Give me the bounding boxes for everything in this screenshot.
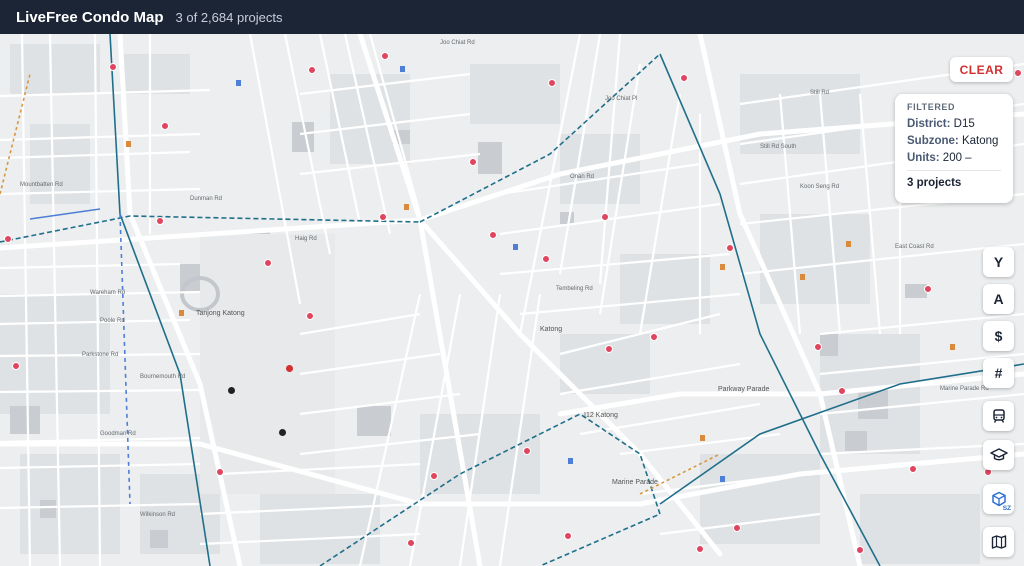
- filter-summary-panel: FILTERED District: D15 Subzone: Katong U…: [895, 94, 1013, 203]
- street-label: Bournemouth Rd: [140, 374, 186, 380]
- units-filter: Units: 200 –: [907, 152, 1001, 164]
- schools-layer-button[interactable]: [983, 440, 1014, 470]
- units-label: Units:: [907, 152, 940, 164]
- street-label: Marine Parade Rd: [940, 386, 989, 392]
- place-label: Marine Parade: [612, 479, 658, 486]
- street-label: Still Rd: [810, 90, 830, 96]
- street-label: Joo Chiat Rd: [440, 40, 475, 46]
- divider: [907, 170, 1001, 171]
- project-pin[interactable]: [228, 387, 235, 394]
- street-label: Dunman Rd: [190, 196, 223, 202]
- street-label: Wilkinson Rd: [140, 512, 176, 518]
- map-base: [0, 34, 1024, 566]
- street-label: Goodman Rd: [100, 431, 136, 437]
- units-value: 200 –: [942, 152, 972, 164]
- graduation-cap-icon: [989, 448, 1008, 461]
- project-pin[interactable]: [279, 429, 286, 436]
- result-count: 3 projects: [907, 177, 962, 189]
- selected-project-pin[interactable]: [286, 365, 293, 372]
- street-label: Koon Seng Rd: [800, 184, 840, 190]
- subzone-value: Katong: [961, 135, 999, 147]
- map-icon: [991, 535, 1006, 549]
- map-canvas[interactable]: Joo Chiat Rd Still Rd East Coast Rd Mari…: [0, 34, 1024, 566]
- app-title: LiveFree Condo Map: [16, 8, 164, 26]
- filter-heading: FILTERED: [907, 102, 956, 112]
- street-label: Onan Rd: [570, 174, 595, 180]
- subzone-label: Subzone:: [907, 135, 959, 147]
- place-label: I12 Katong: [584, 412, 618, 419]
- place-label: Parkway Parade: [718, 386, 770, 393]
- clear-filters-button[interactable]: CLEAR: [950, 57, 1013, 82]
- district-label: District:: [907, 118, 951, 130]
- street-label: Mountbatten Rd: [20, 182, 63, 188]
- street-label: Tembeling Rd: [556, 286, 593, 292]
- project-count: 3 of 2,684 projects: [175, 9, 283, 25]
- street-label: Poole Rd: [100, 318, 125, 324]
- train-icon: [992, 409, 1005, 423]
- price-filter-button[interactable]: $: [983, 321, 1014, 351]
- year-filter-button[interactable]: Y: [983, 247, 1014, 277]
- street-label: Wareham Rd: [90, 290, 126, 296]
- district-value: D15: [953, 118, 975, 130]
- district-filter: District: D15: [907, 118, 1001, 130]
- street-label: Haig Rd: [295, 236, 317, 242]
- units-filter-button[interactable]: #: [983, 358, 1014, 388]
- subzone-badge: SZ: [1002, 505, 1011, 512]
- top-bar: LiveFree Condo Map 3 of 2,684 projects: [0, 0, 1024, 34]
- place-label: Tanjong Katong: [196, 310, 245, 317]
- area-filter-button[interactable]: A: [983, 284, 1014, 314]
- street-label: East Coast Rd: [895, 244, 934, 250]
- place-label: Katong: [540, 326, 563, 333]
- street-label: Joo Chiat Pl: [605, 96, 638, 102]
- street-label: Parkstone Rd: [82, 352, 119, 358]
- street-label: Still Rd South: [760, 144, 797, 150]
- transit-layer-button[interactable]: [983, 401, 1014, 431]
- subzone-filter: Subzone: Katong: [907, 135, 1001, 147]
- base-map-button[interactable]: [983, 527, 1014, 557]
- subzone-layer-button[interactable]: SZ: [983, 484, 1014, 514]
